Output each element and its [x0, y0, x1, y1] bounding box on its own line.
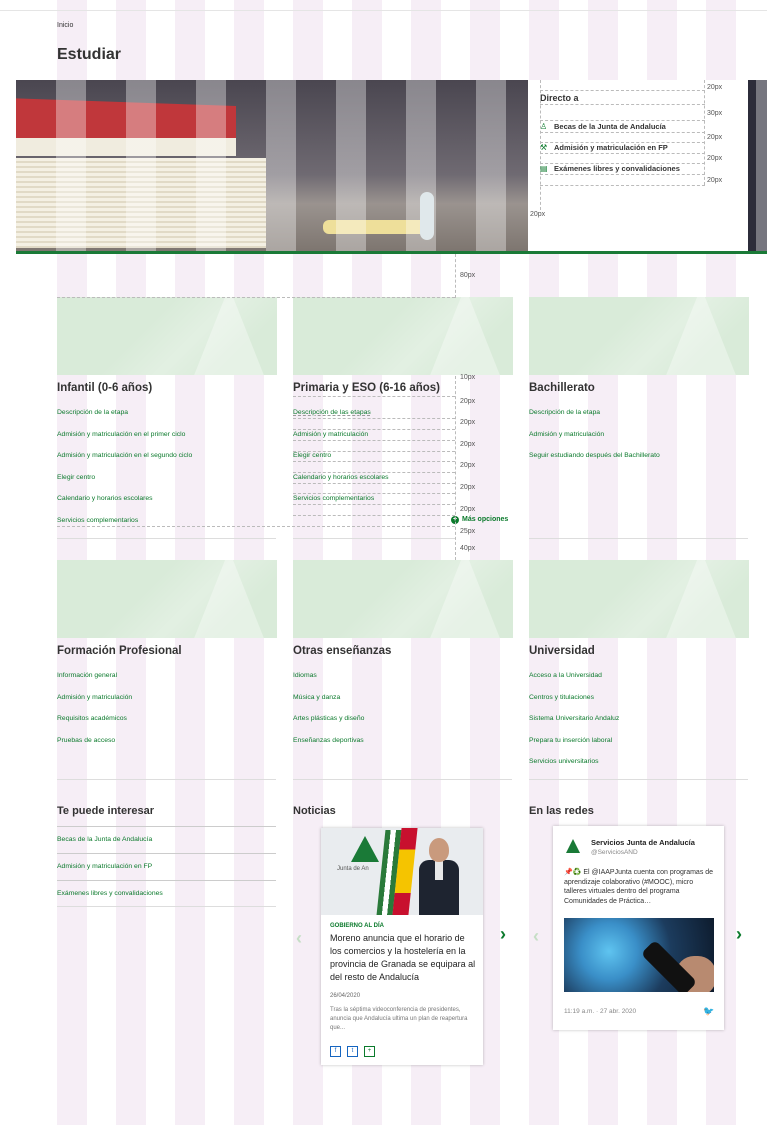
card-link[interactable]: Calendario y horarios escolares: [57, 495, 153, 502]
hero-accent-line: [16, 251, 767, 254]
card-link[interactable]: Servicios complementarios: [57, 517, 138, 524]
card-link[interactable]: Centros y titulaciones: [529, 694, 594, 701]
card-link[interactable]: Información general: [57, 672, 117, 679]
spacer-label: 20px: [460, 398, 476, 405]
card-image: [529, 560, 749, 638]
next-arrow-icon[interactable]: ›: [736, 924, 742, 945]
tweet-text: 📌♻️ El @IAAPJunta cuenta con programas d…: [564, 869, 714, 905]
spacer-label: 20px: [460, 419, 476, 426]
page-title: Estudiar: [57, 46, 122, 63]
spacer-label: 10px: [460, 374, 476, 381]
card-link[interactable]: Artes plásticas y diseño: [293, 715, 364, 722]
facebook-icon[interactable]: f: [330, 1046, 341, 1057]
top-divider: [0, 10, 767, 11]
card-link[interactable]: Servicios complementarios: [293, 495, 374, 502]
card-link[interactable]: Seguir estudiando después del Bachillera…: [529, 452, 660, 459]
junta-logo-icon: [566, 839, 580, 853]
interest-link[interactable]: Becas de la Junta de Andalucía: [57, 826, 276, 852]
card-link[interactable]: Admisión y matriculación: [529, 431, 604, 438]
more-options-link[interactable]: + Más opciones: [451, 516, 508, 524]
card-image: [57, 297, 277, 375]
spacer-label: 20px: [460, 506, 476, 513]
interest-link[interactable]: Admisión y matriculación en FP: [57, 853, 276, 879]
card-image: [293, 560, 513, 638]
news-image: Junta de An: [321, 828, 483, 915]
tweet-time[interactable]: 11:19 a.m. · 27 abr. 2020: [564, 1008, 636, 1015]
directo-link[interactable]: ⚒ Admisión y matriculación en FP: [540, 143, 668, 152]
card-title: Bachillerato: [529, 382, 595, 394]
card-link[interactable]: Música y danza: [293, 694, 340, 701]
tweet-author[interactable]: Servicios Junta de Andalucía: [591, 838, 695, 847]
directo-link[interactable]: ▤ Exámenes libres y convalidaciones: [540, 164, 680, 173]
card-title: Universidad: [529, 645, 595, 657]
card-image: [529, 297, 749, 375]
breadcrumb[interactable]: Inicio: [57, 22, 73, 29]
card-link[interactable]: Calendario y horarios escolares: [293, 474, 389, 481]
spacer-label: 20px: [460, 462, 476, 469]
tweet-card[interactable]: Servicios Junta de Andalucía @ServiciosA…: [553, 826, 724, 1030]
spacer-label: 25px: [460, 528, 476, 535]
card-title: Infantil (0-6 años): [57, 382, 153, 394]
hero-image: [16, 80, 528, 252]
news-headline[interactable]: Moreno anuncia que el horario de los com…: [330, 932, 478, 984]
tweet-handle[interactable]: @ServiciosAND: [591, 849, 638, 856]
card-link[interactable]: Enseñanzas deportivas: [293, 737, 364, 744]
news-card[interactable]: Junta de An GOBIERNO AL DÍA Moreno anunc…: [321, 828, 483, 1065]
card-link[interactable]: Elegir centro: [57, 474, 95, 481]
card-link[interactable]: Admisión y matriculación en el primer ci…: [57, 431, 185, 438]
news-image-caption: Junta de An: [337, 866, 369, 872]
junta-logo-icon: [351, 836, 379, 862]
spacer-label: 20px: [460, 441, 476, 448]
spacer-label: 20px: [707, 84, 723, 91]
card-title: Otras enseñanzas: [293, 645, 392, 657]
news-category: GOBIERNO AL DÍA: [330, 923, 385, 929]
card-image: [57, 560, 277, 638]
card-title: Formación Profesional: [57, 645, 182, 657]
directo-link[interactable]: ♙ Becas de la Junta de Andalucía: [540, 122, 666, 131]
interest-link[interactable]: Exámenes libres y convalidaciones: [57, 880, 276, 906]
spacer-label: 80px: [460, 272, 476, 279]
prev-arrow-icon[interactable]: ‹: [533, 926, 539, 947]
card-link[interactable]: Admisión y matriculación en el segundo c…: [57, 452, 192, 459]
spacer-label: 20px: [707, 134, 723, 141]
card-link[interactable]: Admisión y matriculación: [293, 431, 368, 438]
graduation-icon: ♙: [540, 122, 548, 131]
card-link[interactable]: Requisitos académicos: [57, 715, 127, 722]
card-link[interactable]: Pruebas de acceso: [57, 737, 115, 744]
prev-arrow-icon[interactable]: ‹: [296, 928, 302, 949]
card-link[interactable]: Descripción de la etapa: [57, 409, 128, 416]
news-date: 26/04/2020: [330, 993, 361, 999]
card-link[interactable]: Acceso a la Universidad: [529, 672, 602, 679]
card-image: [293, 297, 513, 375]
twitter-icon[interactable]: t: [347, 1046, 358, 1057]
spacer-label: 20px: [530, 211, 546, 218]
news-excerpt: Tras la séptima videoconferencia de pres…: [330, 1007, 468, 1031]
card-link[interactable]: Admisión y matriculación: [57, 694, 132, 701]
card-link[interactable]: Descripción de la etapa: [529, 409, 600, 416]
spacer-label: 20px: [707, 177, 723, 184]
card-link[interactable]: Descripción de las etapas: [293, 409, 371, 416]
tools-icon: ⚒: [540, 143, 548, 152]
card-link[interactable]: Idiomas: [293, 672, 317, 679]
spacer-label: 30px: [707, 110, 723, 117]
card-title: Primaria y ESO (6-16 años): [293, 382, 441, 394]
section-title: Te puede interesar: [57, 805, 154, 817]
card-link[interactable]: Servicios universitarios: [529, 758, 599, 765]
card-link[interactable]: Elegir centro: [293, 452, 331, 459]
document-icon: ▤: [540, 164, 548, 173]
card-link[interactable]: Prepara tu inserción laboral: [529, 737, 612, 744]
spacer-label: 40px: [460, 545, 476, 552]
spacer-label: 20px: [460, 484, 476, 491]
twitter-bird-icon[interactable]: 🐦: [703, 1006, 714, 1017]
directo-title: Directo a: [540, 93, 579, 103]
tweet-image[interactable]: [564, 918, 714, 992]
share-plus-icon[interactable]: +: [364, 1046, 375, 1057]
section-title: Noticias: [293, 805, 336, 817]
hero-edge: [748, 80, 767, 252]
section-title: En las redes: [529, 805, 594, 817]
card-link[interactable]: Sistema Universitario Andaluz: [529, 715, 619, 722]
spacer-label: 20px: [707, 155, 723, 162]
next-arrow-icon[interactable]: ›: [500, 924, 506, 945]
